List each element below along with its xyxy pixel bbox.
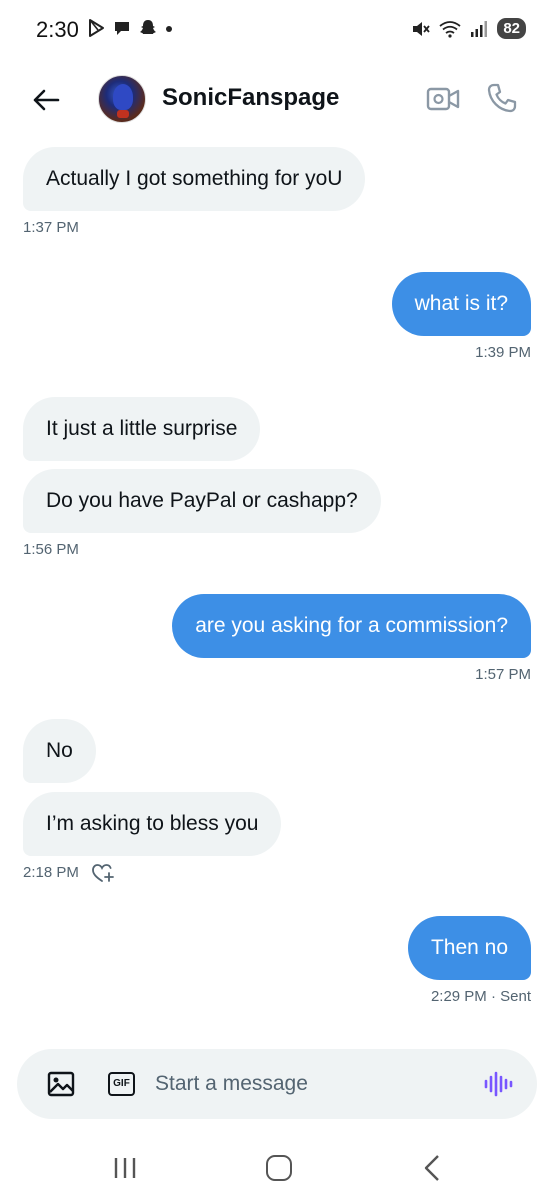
back-nav-button[interactable] — [422, 1154, 442, 1182]
message-timestamp: 1:56 PM — [23, 541, 79, 558]
message-bubble-incoming[interactable]: It just a little surprise — [23, 397, 261, 461]
message-input[interactable] — [155, 1067, 455, 1101]
recent-apps-button[interactable] — [112, 1156, 138, 1180]
voice-waveform-icon — [484, 1071, 513, 1097]
add-photo-button[interactable] — [47, 1071, 75, 1097]
recent-apps-icon — [114, 1158, 136, 1178]
message-bubble-outgoing[interactable]: are you asking for a commission? — [172, 594, 531, 658]
message-bubble-incoming[interactable]: Do you have PayPal or cashapp? — [23, 469, 381, 533]
avatar-figure — [113, 84, 133, 110]
system-nav-bar — [0, 1140, 554, 1200]
status-time: 2:30 — [36, 17, 79, 42]
message-composer: GIF — [17, 1049, 537, 1119]
voice-call-button[interactable] — [486, 82, 518, 114]
message-bubble-incoming[interactable]: No — [23, 719, 96, 783]
message-timestamp: 1:37 PM — [23, 219, 79, 236]
back-button[interactable] — [28, 82, 64, 118]
play-store-icon — [89, 19, 104, 37]
arrow-left-icon — [33, 89, 60, 111]
avatar-shoe — [117, 110, 129, 118]
back-chevron-icon — [424, 1155, 439, 1181]
notification-icons — [86, 18, 174, 38]
video-call-button[interactable] — [426, 84, 460, 114]
image-icon — [47, 1071, 75, 1097]
video-camera-icon — [426, 87, 460, 111]
message-bubble-incoming[interactable]: Actually I got something for yoU — [23, 147, 366, 211]
voice-message-button[interactable] — [483, 1069, 513, 1099]
mute-icon — [413, 21, 431, 36]
avatar[interactable] — [98, 75, 146, 123]
message-bubble-incoming[interactable]: I’m asking to bless you — [23, 792, 282, 856]
wifi-icon — [439, 20, 461, 38]
battery-indicator: 82 — [497, 18, 526, 39]
message-timestamp: 1:39 PM — [475, 344, 531, 361]
conversation-header: SonicFanspage — [0, 64, 554, 134]
message-timestamp: 2:18 PM — [23, 864, 79, 881]
message-timestamp: 1:57 PM — [475, 666, 531, 683]
signal-icon — [471, 20, 488, 37]
message-bubble-outgoing[interactable]: what is it? — [391, 272, 531, 336]
status-bar: 2:30 82 — [0, 0, 554, 64]
message-status: 2:29 PM · Sent — [430, 988, 531, 1005]
message-bubble-outgoing[interactable]: Then no — [407, 916, 531, 980]
dot-icon — [166, 26, 172, 32]
contact-name[interactable]: SonicFanspage — [162, 84, 339, 112]
system-icons: 82 — [411, 18, 526, 39]
gif-button[interactable]: GIF — [108, 1072, 135, 1096]
home-button[interactable] — [266, 1155, 292, 1181]
chat-icon — [115, 22, 129, 35]
snapchat-icon — [140, 20, 156, 34]
add-reaction-button[interactable] — [91, 862, 115, 884]
heart-plus-icon — [92, 864, 114, 882]
phone-icon — [487, 83, 517, 113]
